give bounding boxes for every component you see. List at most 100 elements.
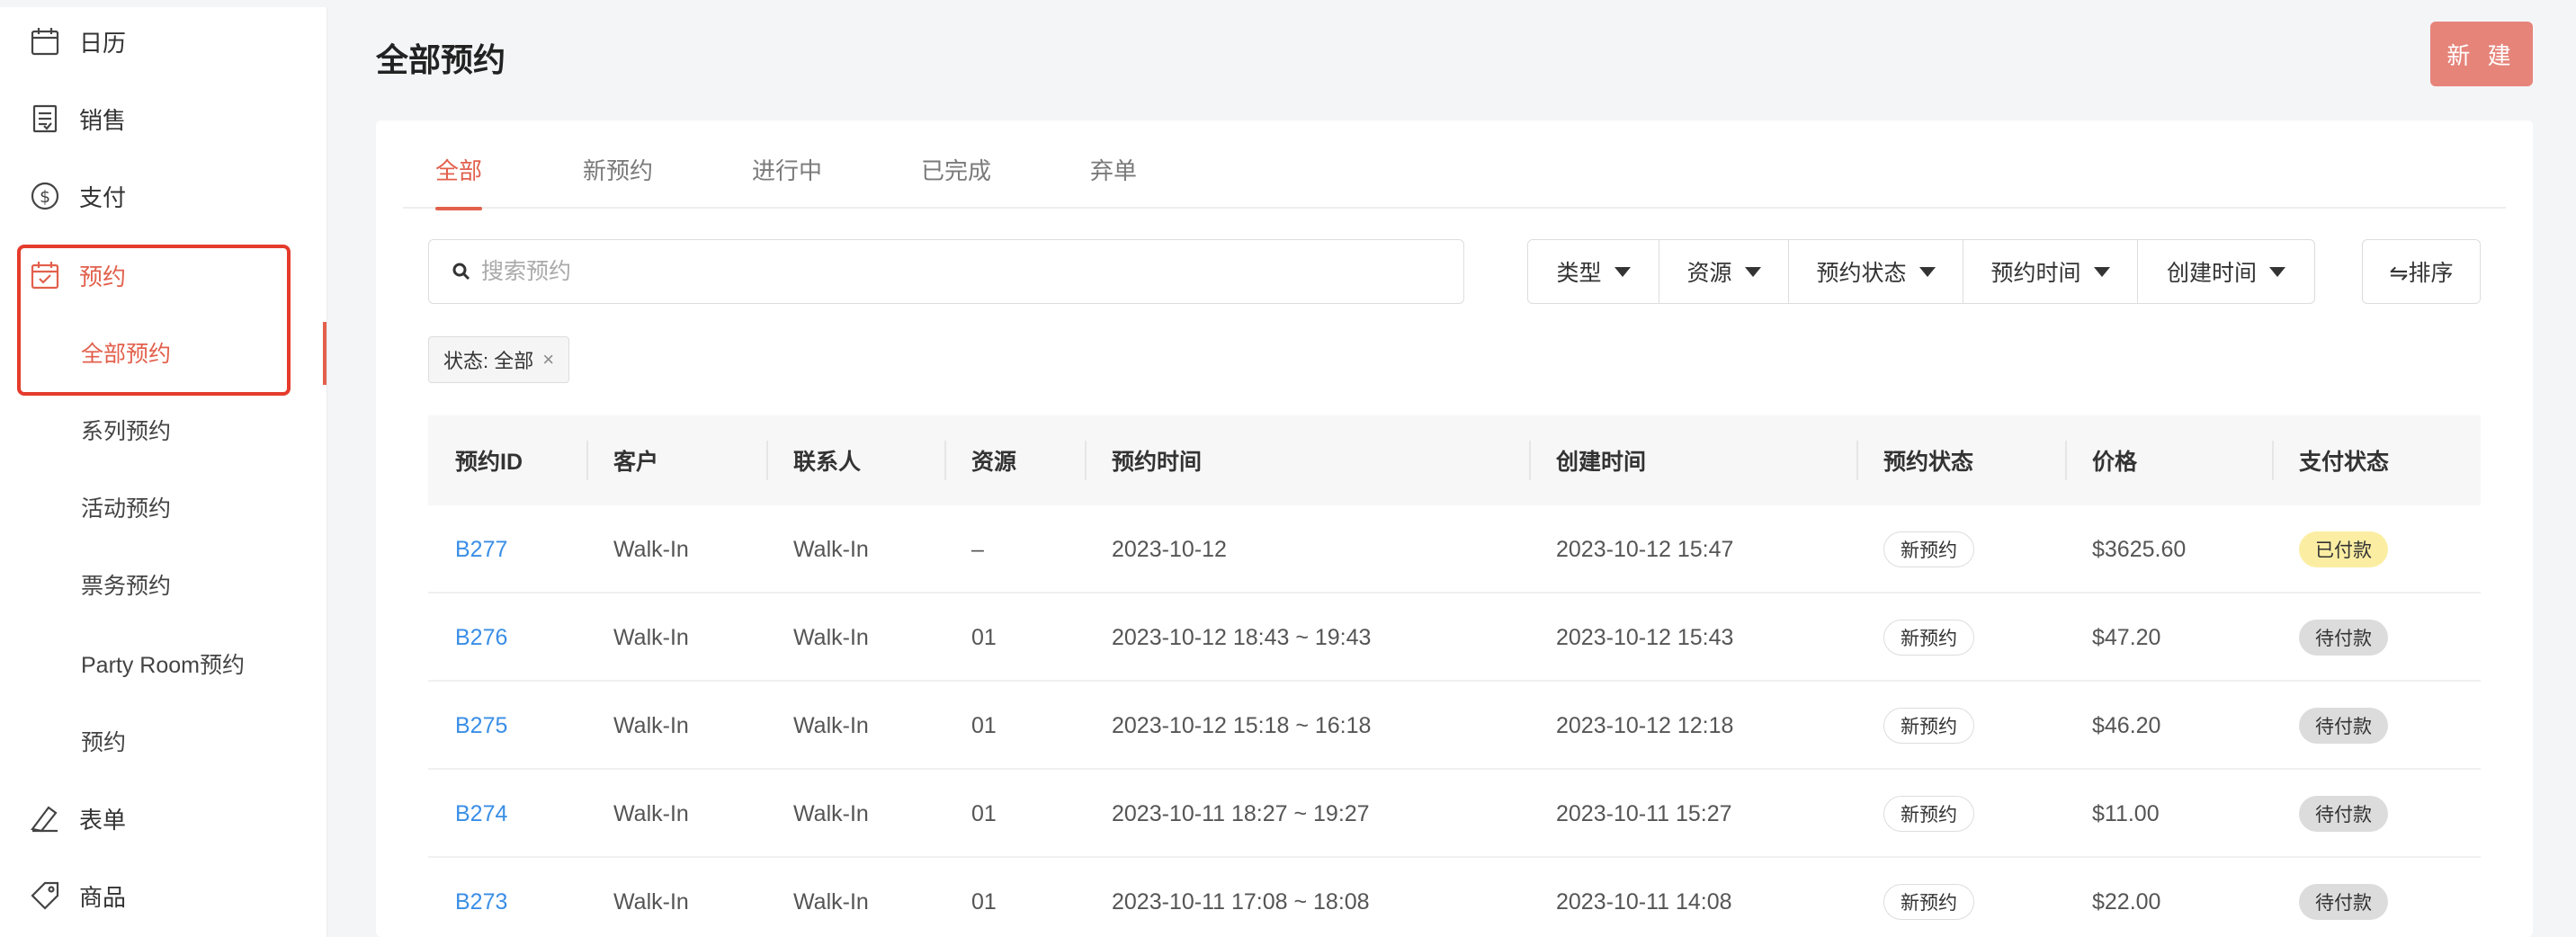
table-row[interactable]: B276 Walk-In Walk-In 01 2023-10-12 18:43… xyxy=(428,593,2481,682)
booking-time-cell: 2023-10-12 15:18 ~ 16:18 xyxy=(1112,712,1372,738)
sidebar-subitem-bookings[interactable]: 预约 xyxy=(0,714,327,768)
column-divider xyxy=(2272,441,2274,480)
price-cell: $11.00 xyxy=(2092,800,2160,826)
sidebar-item-label: 日历 xyxy=(79,29,127,57)
calendar-check-icon xyxy=(29,259,61,291)
tab-new[interactable]: 新预约 xyxy=(583,153,653,209)
close-icon[interactable]: × xyxy=(542,348,554,371)
price-cell: $3625.60 xyxy=(2092,536,2187,562)
payment-badge: 待付款 xyxy=(2299,884,2388,920)
column-header[interactable]: 联系人 xyxy=(793,415,861,505)
dollar-icon: $ xyxy=(29,180,61,212)
sidebar-subitem-all-bookings[interactable]: 全部预约 xyxy=(0,326,327,379)
status-badge: 新预约 xyxy=(1883,708,1974,744)
sidebar-subitem-party-room-bookings[interactable]: Party Room预约 xyxy=(0,637,327,691)
payment-status-cell: 待付款 xyxy=(2299,682,2388,770)
sidebar-item-products[interactable]: 商品 xyxy=(0,869,327,923)
sidebar-subitem-event-bookings[interactable]: 活动预约 xyxy=(0,480,327,534)
sidebar-subitem-ticket-bookings[interactable]: 票务预约 xyxy=(0,558,327,611)
table-row[interactable]: B277 Walk-In Walk-In – 2023-10-12 2023-1… xyxy=(428,505,2481,593)
column-header[interactable]: 资源 xyxy=(971,415,1016,505)
resource-cell: 01 xyxy=(971,712,997,738)
caret-down-icon xyxy=(2269,266,2285,277)
column-divider xyxy=(1856,441,1858,480)
resource-cell: 01 xyxy=(971,624,997,650)
booking-time-cell: 2023-10-11 17:08 ~ 18:08 xyxy=(1112,888,1370,915)
svg-text:$: $ xyxy=(40,187,50,207)
created-time-cell: 2023-10-11 14:08 xyxy=(1556,888,1732,915)
filter-group: 类型 资源 预约状态 预约时间 创建时间 xyxy=(1527,239,2315,304)
filter-resource[interactable]: 资源 xyxy=(1659,240,1789,303)
column-divider xyxy=(1085,441,1087,480)
pen-icon xyxy=(29,802,61,834)
page-title: 全部预约 xyxy=(376,41,506,78)
booking-id-link[interactable]: B274 xyxy=(455,770,507,858)
booking-id-link[interactable]: B273 xyxy=(455,858,507,937)
table-header: 预约ID 客户 联系人 资源 预约时间 创建时间 预约状态 价格 支付状态 xyxy=(428,415,2481,505)
search-box[interactable] xyxy=(428,239,1464,304)
filter-booking-time[interactable]: 预约时间 xyxy=(1963,240,2138,303)
booking-time-cell: 2023-10-12 xyxy=(1112,536,1227,562)
filter-type[interactable]: 类型 xyxy=(1528,240,1659,303)
column-header[interactable]: 预约ID xyxy=(455,415,523,505)
new-button[interactable]: 新 建 xyxy=(2430,22,2533,86)
payment-badge: 待付款 xyxy=(2299,620,2388,656)
search-input[interactable] xyxy=(481,258,1381,285)
column-divider xyxy=(944,441,946,480)
caret-down-icon xyxy=(1744,266,1761,277)
status-badge: 新预约 xyxy=(1883,796,1974,832)
price-cell: $22.00 xyxy=(2092,888,2161,915)
sidebar-item-sales[interactable]: 销售 xyxy=(0,92,327,146)
calendar-icon xyxy=(29,25,61,58)
sidebar-subitem-label: 活动预约 xyxy=(81,496,172,522)
sidebar-item-payment[interactable]: $ 支付 xyxy=(0,169,327,223)
sort-button[interactable]: ⇋排序 xyxy=(2362,239,2481,304)
table-row[interactable]: B274 Walk-In Walk-In 01 2023-10-11 18:27… xyxy=(428,770,2481,858)
tab-abandoned[interactable]: 弃单 xyxy=(1090,153,1137,209)
table-row[interactable]: B275 Walk-In Walk-In 01 2023-10-12 15:18… xyxy=(428,682,2481,770)
booking-time-cell: 2023-10-12 18:43 ~ 19:43 xyxy=(1112,624,1372,650)
booking-status-cell: 新预约 xyxy=(1883,593,1974,682)
bookings-card: 全部 新预约 进行中 已完成 弃单 类型 资源 预约状态 预约时间 创建时间 xyxy=(376,120,2533,937)
tab-bar: 全部 新预约 进行中 已完成 弃单 xyxy=(403,120,2506,210)
tab-completed[interactable]: 已完成 xyxy=(921,153,991,209)
column-header[interactable]: 价格 xyxy=(2092,415,2137,505)
sidebar-item-label: 商品 xyxy=(79,883,127,911)
column-header[interactable]: 支付状态 xyxy=(2299,415,2389,505)
sidebar-item-forms[interactable]: 表单 xyxy=(0,791,327,845)
sidebar-subitem-label: 预约 xyxy=(81,730,127,755)
column-header[interactable]: 创建时间 xyxy=(1556,415,1646,505)
search-icon xyxy=(451,261,472,282)
column-header[interactable]: 客户 xyxy=(613,415,658,505)
payment-status-cell: 待付款 xyxy=(2299,770,2388,858)
booking-time-cell: 2023-10-11 18:27 ~ 19:27 xyxy=(1112,800,1370,826)
sidebar-item-booking[interactable]: 预约 xyxy=(0,248,327,302)
status-badge: 新预约 xyxy=(1883,620,1974,656)
booking-status-cell: 新预约 xyxy=(1883,682,1974,770)
filter-created-time[interactable]: 创建时间 xyxy=(2138,240,2314,303)
sidebar-subitem-series-bookings[interactable]: 系列预约 xyxy=(0,403,327,457)
column-header[interactable]: 预约时间 xyxy=(1112,415,1202,505)
chip-label: 状态: 全部 xyxy=(443,350,534,372)
filter-label: 预约状态 xyxy=(1816,261,1907,286)
booking-id-link[interactable]: B277 xyxy=(455,505,507,593)
status-filter-chip: 状态: 全部 × xyxy=(428,336,570,383)
table-row[interactable]: B273 Walk-In Walk-In 01 2023-10-11 17:08… xyxy=(428,858,2481,937)
sidebar-subitem-label: 全部预约 xyxy=(81,342,172,367)
column-header[interactable]: 预约状态 xyxy=(1883,415,1973,505)
booking-status-cell: 新预约 xyxy=(1883,770,1974,858)
tab-all[interactable]: 全部 xyxy=(435,153,483,210)
column-divider xyxy=(1529,441,1531,480)
created-time-cell: 2023-10-12 15:43 xyxy=(1556,624,1734,650)
price-cell: $46.20 xyxy=(2092,712,2161,738)
sidebar-item-calendar[interactable]: 日历 xyxy=(0,14,327,68)
customer-cell: Walk-In xyxy=(613,624,689,650)
payment-badge: 待付款 xyxy=(2299,796,2388,832)
filter-label: 创建时间 xyxy=(2166,261,2257,286)
filter-label: 预约时间 xyxy=(1990,261,2081,286)
tab-in-progress[interactable]: 进行中 xyxy=(752,153,822,209)
filter-booking-status[interactable]: 预约状态 xyxy=(1789,240,1963,303)
booking-id-link[interactable]: B275 xyxy=(455,682,507,770)
status-badge: 新预约 xyxy=(1883,884,1974,920)
booking-id-link[interactable]: B276 xyxy=(455,593,507,682)
